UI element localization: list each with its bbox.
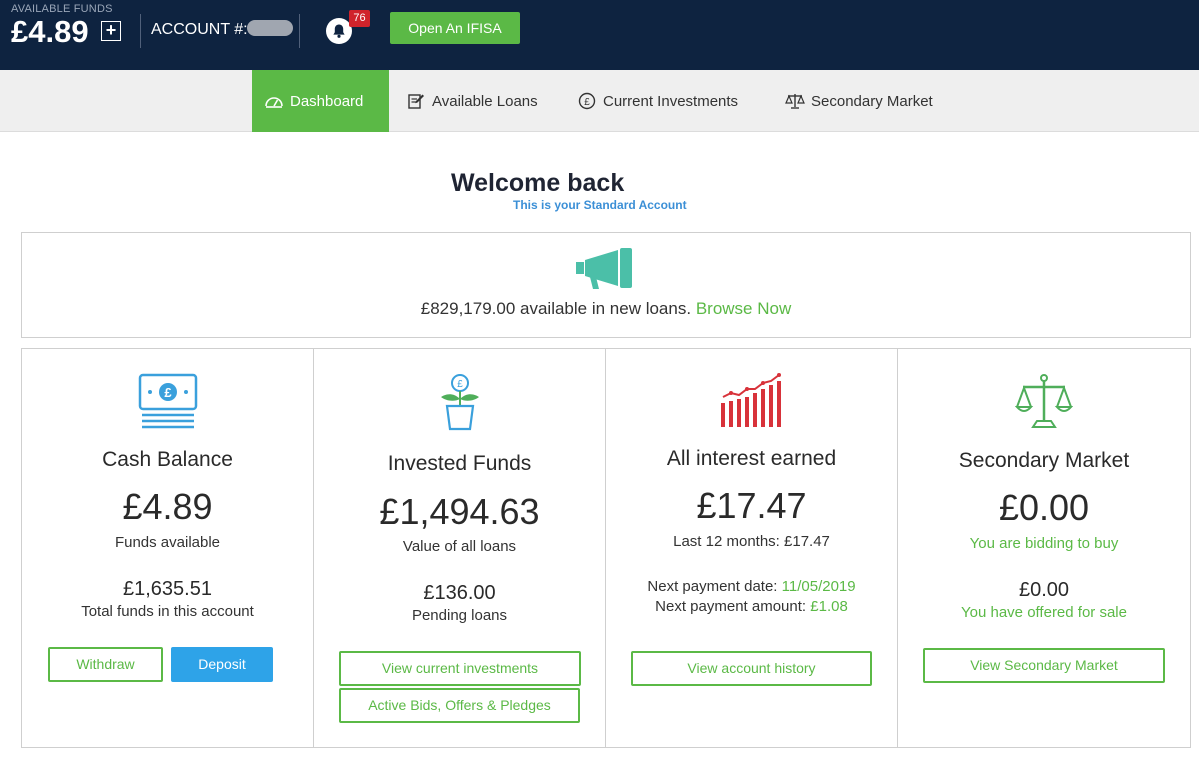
cash-balance-amount: £4.89 [122, 486, 213, 527]
active-bids-offers-pledges-button[interactable]: Active Bids, Offers & Pledges [339, 688, 580, 723]
add-funds-button[interactable]: + [101, 21, 121, 41]
card-title: All interest earned [666, 447, 837, 470]
scales-icon [785, 91, 805, 111]
next-payment-date-value: 11/05/2019 [781, 578, 856, 595]
view-current-investments-button[interactable]: View current investments [339, 651, 581, 686]
summary-cards: £ Cash Balance £4.89 Funds available £1,… [21, 348, 1191, 748]
money-plant-icon: £ [438, 373, 482, 436]
card-title: Secondary Market [958, 449, 1130, 472]
divider [140, 14, 141, 48]
card-title: Cash Balance [102, 448, 233, 471]
nav-tab-secondary-market[interactable]: Secondary Market [785, 70, 933, 132]
secondary-market-card: Secondary Market £0.00 You are bidding t… [898, 349, 1190, 747]
welcome-title: Welcome back [451, 169, 625, 197]
offered-for-sale-caption: You have offered for sale [961, 604, 1127, 621]
offered-for-sale-amount: £0.00 [1018, 579, 1070, 601]
value-of-loans-caption: Value of all loans [402, 538, 517, 555]
nav-tab-label: Dashboard [290, 92, 364, 110]
nav-tab-label: Available Loans [432, 92, 538, 110]
view-secondary-market-button[interactable]: View Secondary Market [923, 648, 1165, 683]
divider [299, 14, 300, 48]
nav-tab-available-loans[interactable]: Available Loans [406, 70, 538, 132]
account-number-redacted [247, 20, 293, 36]
notification-count-badge: 76 [349, 10, 370, 27]
bell-icon [333, 24, 345, 38]
card-title: Invested Funds [387, 452, 532, 475]
main-nav: Dashboard Available Loans £ Current Inve… [0, 70, 1199, 132]
browse-now-link[interactable]: Browse Now [696, 299, 791, 318]
top-bar: AVAILABLE FUNDS £4.89 + ACCOUNT #: 76 Op… [0, 0, 1199, 70]
pound-coin-icon: £ [577, 91, 597, 111]
total-funds-amount: £1,635.51 [123, 578, 212, 600]
bidding-to-buy-caption: You are bidding to buy [969, 535, 1119, 552]
next-payment-date: Next payment date: 11/05/2019 [606, 578, 897, 595]
nav-tab-dashboard[interactable]: Dashboard [252, 70, 389, 132]
view-account-history-button[interactable]: View account history [631, 651, 872, 686]
nav-tab-label: Current Investments [603, 92, 739, 110]
next-payment-date-label: Next payment date: [647, 578, 778, 595]
new-loans-amount-text: £829,179.00 available in new loans. [420, 299, 692, 318]
interest-earned-amount: £17.47 [696, 485, 807, 526]
invested-funds-card: £ Invested Funds £1,494.63 Value of all … [314, 349, 606, 747]
edit-note-icon [406, 91, 426, 111]
cash-banknote-icon: £ [138, 373, 198, 434]
interest-earned-card: All interest earned £17.47 Last 12 month… [606, 349, 898, 747]
svg-text:£: £ [457, 379, 463, 390]
funds-available-caption: Funds available [114, 534, 221, 551]
secondary-bidding-amount: £0.00 [998, 487, 1090, 528]
cash-balance-card: £ Cash Balance £4.89 Funds available £1,… [22, 349, 314, 747]
growth-chart-icon [719, 373, 785, 434]
new-loans-banner: £829,179.00 available in new loans. Brow… [21, 232, 1191, 338]
invested-funds-amount: £1,494.63 [379, 491, 540, 532]
open-ifisa-button[interactable]: Open An IFISA [390, 12, 520, 44]
total-funds-caption: Total funds in this account [81, 603, 254, 620]
scales-icon [1014, 373, 1074, 436]
deposit-button[interactable]: Deposit [171, 647, 273, 682]
nav-tab-label: Secondary Market [811, 92, 933, 110]
pending-loans-caption: Pending loans [411, 607, 508, 624]
megaphone-icon [576, 248, 634, 297]
account-type-subtitle: This is your Standard Account [513, 198, 687, 212]
new-loans-message: £829,179.00 available in new loans. Brow… [22, 299, 1190, 319]
speedometer-icon [264, 91, 284, 111]
next-payment-amount-value: £1.08 [810, 598, 848, 615]
available-funds-value: £4.89 [11, 14, 89, 49]
withdraw-button[interactable]: Withdraw [48, 647, 163, 682]
pending-loans-amount: £136.00 [423, 582, 496, 604]
next-payment-amount-label: Next payment amount: [655, 598, 807, 615]
next-payment-amount: Next payment amount: £1.08 [606, 598, 897, 615]
svg-text:£: £ [164, 385, 172, 400]
last-12-months-text: Last 12 months: £17.47 [673, 533, 830, 550]
svg-text:£: £ [584, 97, 590, 108]
account-number-label: ACCOUNT #: [151, 21, 248, 38]
nav-tab-current-investments[interactable]: £ Current Investments [577, 70, 738, 132]
